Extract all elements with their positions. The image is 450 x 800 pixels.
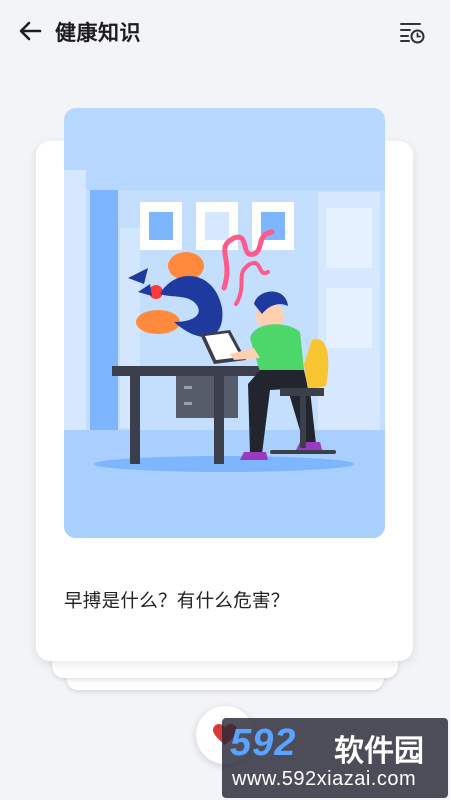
app-header: 健康知识 xyxy=(0,0,450,62)
watermark: 592 软件园 www.592xiazai.com xyxy=(222,718,448,798)
history-button[interactable] xyxy=(396,17,428,47)
watermark-logo: 592 xyxy=(230,722,297,764)
watermark-url: www.592xiazai.com xyxy=(232,768,417,790)
watermark-name: 软件园 xyxy=(334,734,424,769)
back-button[interactable] xyxy=(14,16,46,46)
arrow-left-icon xyxy=(19,21,42,41)
question-title[interactable]: 早搏是什么？有什么危害？ xyxy=(64,587,290,613)
list-clock-icon xyxy=(400,23,425,44)
page-title: 健康知识 xyxy=(55,21,141,45)
person-working-at-desk-illustration xyxy=(64,108,385,538)
